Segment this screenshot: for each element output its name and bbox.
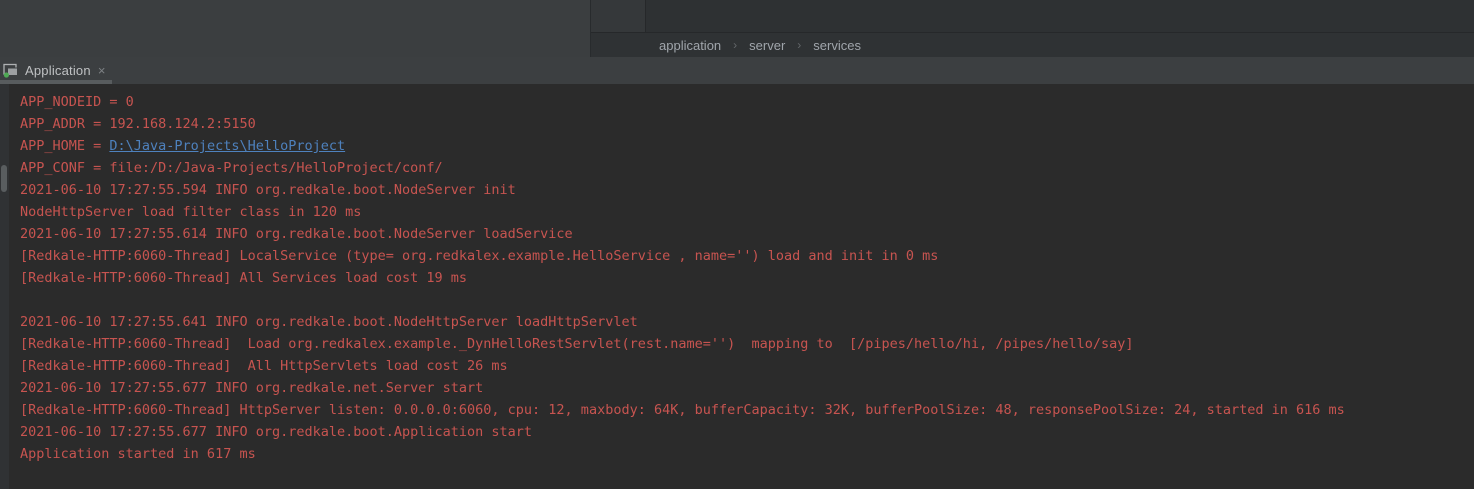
console-text: Application started in 617 ms xyxy=(20,446,256,462)
console-text: [Redkale-HTTP:6060-Thread] All HttpServl… xyxy=(20,358,508,374)
console-text: [Redkale-HTTP:6060-Thread] All Services … xyxy=(20,270,467,286)
editor-right-upper-strip xyxy=(591,0,1474,33)
console-line: [Redkale-HTTP:6060-Thread] Load org.redk… xyxy=(20,333,1474,355)
app-home-link[interactable]: D:\Java-Projects\HelloProject xyxy=(109,138,345,154)
console-text: 2021-06-10 17:27:55.594 INFO org.redkale… xyxy=(20,182,516,198)
running-indicator-dot xyxy=(4,72,9,77)
breadcrumb-item-application[interactable]: application xyxy=(657,38,723,53)
console-text: APP_NODEID = 0 xyxy=(20,94,134,110)
run-tab-bar: Application × xyxy=(0,57,1474,84)
console-line: APP_ADDR = 192.168.124.2:5150 xyxy=(20,113,1474,135)
editor-right-top-panel xyxy=(646,0,1474,32)
console-scrollbar-thumb[interactable] xyxy=(1,165,7,192)
console-line: 2021-06-10 17:27:55.677 INFO org.redkale… xyxy=(20,421,1474,443)
console-text: 2021-06-10 17:27:55.641 INFO org.redkale… xyxy=(20,314,638,330)
console-line: Application started in 617 ms xyxy=(20,443,1474,465)
console-text: 2021-06-10 17:27:55.677 INFO org.redkale… xyxy=(20,424,532,440)
console-output: APP_NODEID = 0 APP_ADDR = 192.168.124.2:5… xyxy=(20,91,1474,465)
breadcrumb-separator-icon: › xyxy=(733,38,737,52)
console-line xyxy=(20,289,1474,311)
console-text: APP_ADDR = 192.168.124.2:5150 xyxy=(20,116,256,132)
console-line: [Redkale-HTTP:6060-Thread] All HttpServl… xyxy=(20,355,1474,377)
console-line: APP_NODEID = 0 xyxy=(20,91,1474,113)
console-panel: APP_NODEID = 0 APP_ADDR = 192.168.124.2:5… xyxy=(0,84,1474,489)
close-icon[interactable]: × xyxy=(98,64,106,77)
breadcrumb-separator-icon: › xyxy=(797,38,801,52)
run-console-icon xyxy=(3,63,19,78)
console-line: [Redkale-HTTP:6060-Thread] LocalService … xyxy=(20,245,1474,267)
console-line: 2021-06-10 17:27:55.641 INFO org.redkale… xyxy=(20,311,1474,333)
console-gutter xyxy=(0,84,9,489)
console-line: 2021-06-10 17:27:55.614 INFO org.redkale… xyxy=(20,223,1474,245)
breadcrumb-item-server[interactable]: server xyxy=(747,38,787,53)
console-text: APP_HOME = xyxy=(20,138,109,154)
console-line: 2021-06-10 17:27:55.677 INFO org.redkale… xyxy=(20,377,1474,399)
console-line: APP_HOME = D:\Java-Projects\HelloProject xyxy=(20,135,1474,157)
tab-application-label: Application xyxy=(25,63,91,78)
console-line: APP_CONF = file:/D:/Java-Projects/HelloP… xyxy=(20,157,1474,179)
console-text: [Redkale-HTTP:6060-Thread] HttpServer li… xyxy=(20,402,1345,418)
console-line: 2021-06-10 17:27:55.594 INFO org.redkale… xyxy=(20,179,1474,201)
console-line: [Redkale-HTTP:6060-Thread] HttpServer li… xyxy=(20,399,1474,421)
top-editor-row: application › server › services xyxy=(0,0,1474,57)
console-line: NodeHttpServer load filter class in 120 … xyxy=(20,201,1474,223)
console-text: APP_CONF = file:/D:/Java-Projects/HelloP… xyxy=(20,160,443,176)
breadcrumb: application › server › services xyxy=(591,33,1474,57)
editor-pane-left xyxy=(0,0,591,57)
console-line: [Redkale-HTTP:6060-Thread] All Services … xyxy=(20,267,1474,289)
breadcrumb-item-services[interactable]: services xyxy=(811,38,863,53)
console-text: 2021-06-10 17:27:55.677 INFO org.redkale… xyxy=(20,380,483,396)
console-text: [Redkale-HTTP:6060-Thread] Load org.redk… xyxy=(20,336,1134,352)
console-text: NodeHttpServer load filter class in 120 … xyxy=(20,204,361,220)
run-tool-window: Application × APP_NODEID = 0 APP_ADDR = 1… xyxy=(0,57,1474,489)
editor-right-corner-panel xyxy=(591,0,646,32)
editor-pane-right: application › server › services xyxy=(591,0,1474,57)
console-text: 2021-06-10 17:27:55.614 INFO org.redkale… xyxy=(20,226,573,242)
console-text: [Redkale-HTTP:6060-Thread] LocalService … xyxy=(20,248,938,264)
